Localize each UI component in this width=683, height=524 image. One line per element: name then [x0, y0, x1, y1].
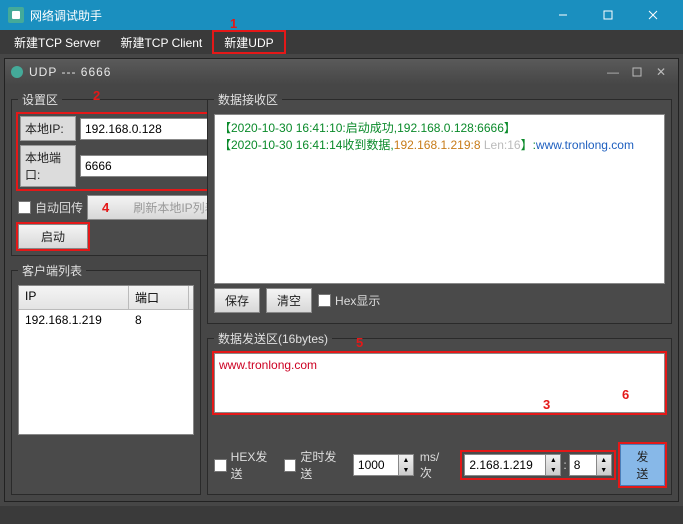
target-port-up[interactable]: ▲ — [597, 455, 611, 465]
udp-window: UDP --- 6666 — ✕ 设置区 本地IP: ▾ — [4, 58, 679, 502]
settings-legend: 设置区 — [18, 91, 62, 108]
target-ip-up[interactable]: ▲ — [546, 455, 560, 465]
target-port-down[interactable]: ▼ — [597, 465, 611, 475]
marker-4: 4 — [102, 200, 109, 215]
target-ip-input[interactable] — [464, 454, 546, 476]
hex-send-checkbox[interactable]: HEX发送 — [214, 448, 278, 482]
client-table: IP 端口 192.168.1.219 8 — [18, 285, 194, 435]
table-row[interactable]: 192.168.1.219 8 — [19, 310, 193, 330]
interval-unit: ms/次 — [420, 450, 450, 481]
target-port-input[interactable] — [569, 454, 597, 476]
marker-6: 6 — [622, 387, 629, 402]
marker-5: 5 — [356, 335, 363, 350]
udp-titlebar: UDP --- 6666 — ✕ — [5, 59, 678, 85]
udp-status-icon — [11, 66, 23, 78]
target-ip-down[interactable]: ▼ — [546, 465, 560, 475]
recv-textarea[interactable]: 【2020-10-30 16:41:10:启动成功,192.168.0.128:… — [214, 114, 665, 284]
interval-input[interactable] — [353, 454, 399, 476]
save-button[interactable]: 保存 — [214, 288, 260, 313]
send-legend: 数据发送区(16bytes) — [214, 330, 332, 347]
auto-return-checkbox[interactable]: 自动回传 — [18, 199, 83, 216]
udp-minimize-button[interactable]: — — [602, 63, 624, 81]
recv-legend: 数据接收区 — [214, 91, 282, 108]
marker-1: 1 — [230, 16, 237, 31]
udp-maximize-button[interactable] — [626, 63, 648, 81]
workspace: UDP --- 6666 — ✕ 设置区 本地IP: ▾ — [0, 54, 683, 506]
app-titlebar: 网络调试助手 — [0, 0, 683, 30]
send-button[interactable]: 发送 — [620, 444, 665, 486]
interval-down[interactable]: ▼ — [399, 465, 413, 475]
clear-button[interactable]: 清空 — [266, 288, 312, 313]
minimize-button[interactable] — [540, 0, 585, 30]
timed-send-checkbox[interactable]: 定时发送 — [284, 448, 347, 482]
send-textarea[interactable]: www.tronlong.com — [214, 353, 665, 413]
start-button[interactable]: 启动 — [18, 224, 88, 249]
menu-new-udp[interactable]: 新建UDP — [212, 30, 285, 54]
menu-new-tcp-client[interactable]: 新建TCP Client — [110, 30, 212, 54]
client-ip-cell: 192.168.1.219 — [19, 310, 129, 330]
local-port-label: 本地端口: — [20, 145, 76, 187]
hex-show-checkbox[interactable]: Hex显示 — [318, 292, 380, 309]
send-fieldset: 数据发送区(16bytes) www.tronlong.com HEX发送 定时… — [207, 330, 672, 495]
app-icon — [8, 7, 24, 23]
udp-title: UDP --- 6666 — [29, 65, 600, 79]
close-button[interactable] — [630, 0, 675, 30]
clients-legend: 客户端列表 — [18, 262, 86, 279]
udp-close-button[interactable]: ✕ — [650, 63, 672, 81]
interval-up[interactable]: ▲ — [399, 455, 413, 465]
maximize-button[interactable] — [585, 0, 630, 30]
app-title: 网络调试助手 — [30, 7, 540, 24]
target-sep: : — [563, 458, 566, 472]
local-ip-label: 本地IP: — [20, 116, 76, 141]
client-port-cell: 8 — [129, 310, 189, 330]
client-col-ip: IP — [19, 286, 129, 309]
clients-fieldset: 客户端列表 IP 端口 192.168.1.219 8 — [11, 262, 201, 495]
marker-2: 2 — [93, 88, 100, 103]
marker-3: 3 — [543, 397, 550, 412]
menu-new-tcp-server[interactable]: 新建TCP Server — [4, 30, 110, 54]
client-col-port: 端口 — [129, 286, 189, 309]
menubar: 新建TCP Server 新建TCP Client 新建UDP — [0, 30, 683, 54]
statusbar — [0, 506, 683, 524]
recv-fieldset: 数据接收区 【2020-10-30 16:41:10:启动成功,192.168.… — [207, 91, 672, 324]
